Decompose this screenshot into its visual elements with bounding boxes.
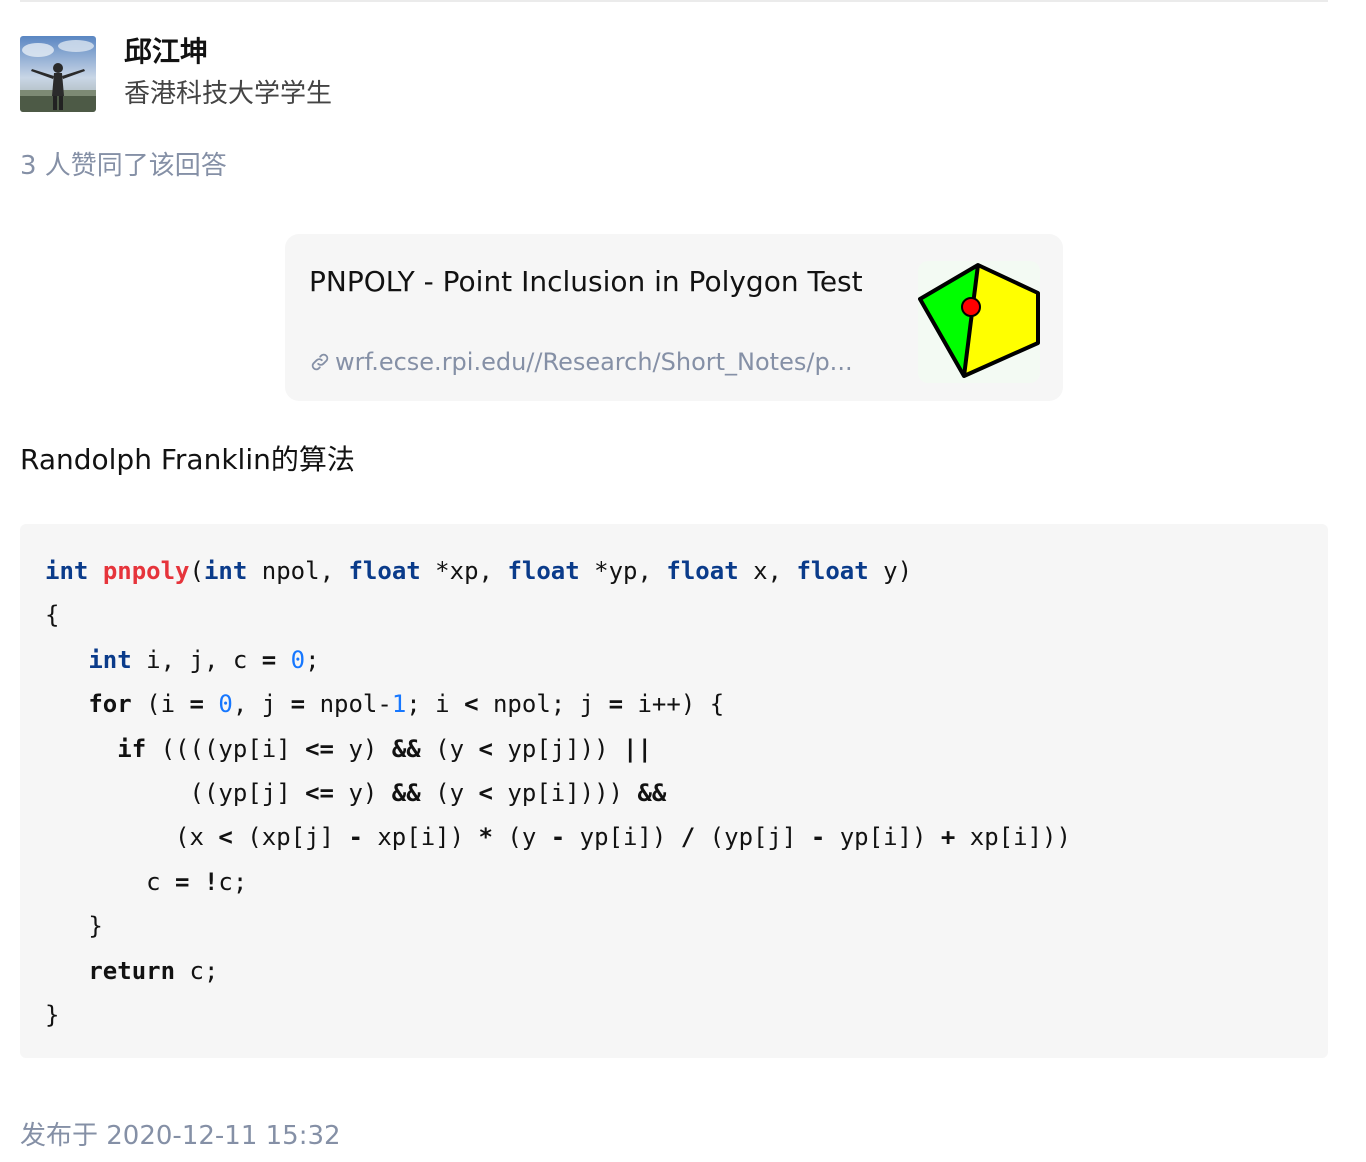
code-line: c = !c; <box>45 867 248 896</box>
code-block[interactable]: int pnpoly(int npol, float *xp, float *y… <box>20 524 1328 1058</box>
link-card-url: wrf.ecse.rpi.edu//Research/Short_Notes/p… <box>309 346 879 381</box>
top-divider <box>20 0 1328 2</box>
polygon-thumbnail-image <box>918 263 1040 378</box>
link-icon <box>309 349 331 381</box>
answer-paragraph: Randolph Franklin的算法 <box>20 443 355 476</box>
publish-time[interactable]: 发布于 2020-12-11 15:32 <box>20 1116 341 1156</box>
code-line: } <box>45 912 103 941</box>
code-line: int i, j, c = 0; <box>88 645 320 674</box>
code-line: int pnpoly(int npol, float *xp, float *y… <box>45 557 913 585</box>
code-line: return c; <box>88 956 219 985</box>
author-block: 邱江坤 香港科技大学学生 <box>20 35 332 112</box>
author-info: 邱江坤 香港科技大学学生 <box>124 32 332 116</box>
code-line: (x < (xp[j] - xp[i]) * (y - yp[i]) / (yp… <box>45 823 1071 852</box>
code-line: if ((((yp[i] <= y) && (y < yp[j])) || <box>117 734 652 763</box>
author-headline: 香港科技大学学生 <box>124 79 333 109</box>
vote-count: 3 人赞同了该回答 <box>20 151 227 181</box>
avatar-image <box>20 36 96 112</box>
code-line: { <box>45 601 60 630</box>
author-name[interactable]: 邱江坤 <box>124 32 332 72</box>
link-card[interactable]: PNPOLY - Point Inclusion in Polygon Test… <box>285 234 1063 401</box>
link-card-title: PNPOLY - Point Inclusion in Polygon Test <box>309 265 863 298</box>
link-card-thumbnail <box>918 261 1040 383</box>
code-line: ((yp[j] <= y) && (y < yp[i]))) && <box>45 779 667 808</box>
code-content: int pnpoly(int npol, float *xp, float *y… <box>45 549 1071 1037</box>
code-line: for (i = 0, j = npol-1; i < npol; j = i+… <box>88 690 725 719</box>
link-card-url-text: wrf.ecse.rpi.edu//Research/Short_Notes/p… <box>335 348 853 376</box>
code-line: } <box>45 1001 60 1030</box>
avatar[interactable] <box>20 36 96 112</box>
